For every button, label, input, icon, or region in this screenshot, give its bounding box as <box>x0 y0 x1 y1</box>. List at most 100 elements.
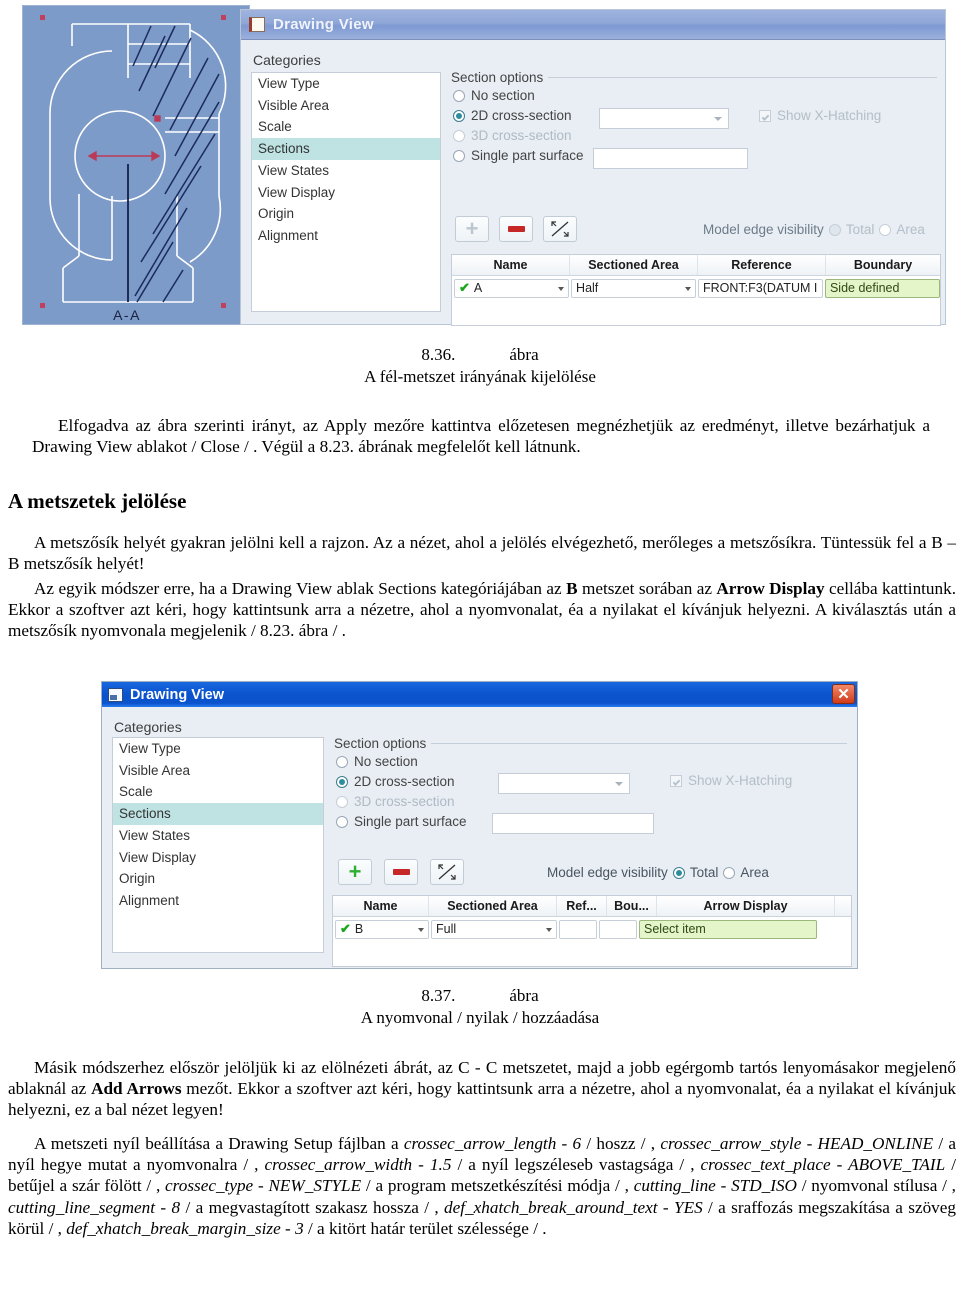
p4-val-cutting-line-segment: 8 <box>171 1197 181 1217</box>
p4-t1b: / hoszz / , <box>581 1134 661 1153</box>
paragraph-2b: Az egyik módszer erre, ha a Drawing View… <box>8 578 956 642</box>
radio-icon <box>453 149 465 162</box>
remove-section-button[interactable] <box>384 859 418 885</box>
radio-total-icon[interactable] <box>672 866 685 879</box>
sidebar-item-view-display[interactable]: View Display <box>113 847 323 869</box>
p4-param-crossec-arrow-length: crossec_arrow_length <box>403 1134 557 1153</box>
p4-val-def-xhatch-break-around-text: YES <box>674 1197 703 1217</box>
dialog-titlebar[interactable]: Drawing View ✕ <box>102 682 857 707</box>
radio-no-section[interactable]: No section <box>453 88 535 103</box>
show-xhatching-checkbox: Show X-Hatching <box>759 108 881 123</box>
flip-section-button[interactable] <box>543 216 577 242</box>
sidebar-item-scale[interactable]: Scale <box>252 116 440 138</box>
sidebar-item-scale[interactable]: Scale <box>113 781 323 803</box>
single-part-surface-input[interactable] <box>593 148 748 169</box>
p4-t1: - <box>556 1134 573 1153</box>
cell-name[interactable]: ✔ A <box>454 278 570 298</box>
sidebar-item-alignment[interactable]: Alignment <box>252 225 440 247</box>
svg-text:A-A: A-A <box>113 307 141 323</box>
radio-icon <box>336 795 348 808</box>
section-drawing: A-A <box>40 15 227 323</box>
column-header-reference: Ref... <box>557 896 607 916</box>
sidebar-item-view-type[interactable]: View Type <box>252 73 440 95</box>
p4-param-cutting-line: cutting_line <box>633 1176 716 1196</box>
sidebar-item-origin[interactable]: Origin <box>113 868 323 890</box>
radio-icon <box>453 89 465 102</box>
sidebar-item-view-states[interactable]: View States <box>252 160 440 182</box>
dialog-title: Drawing View <box>273 16 374 33</box>
plus-icon: + <box>465 216 479 241</box>
cell-sectioned-area[interactable]: Half <box>571 278 696 298</box>
radio-label: Single part surface <box>354 814 467 829</box>
cell-name-value: B <box>354 922 364 936</box>
flip-section-button[interactable] <box>430 859 464 885</box>
sidebar-item-view-display[interactable]: View Display <box>252 182 440 204</box>
cross-section-name-combo[interactable] <box>498 773 630 794</box>
p4-t9: - <box>280 1218 296 1238</box>
radio-total-label: Total <box>845 222 875 237</box>
radio-icon <box>453 129 465 142</box>
radio-area-label: Area <box>896 222 925 237</box>
radio-label: Single part surface <box>471 148 584 163</box>
radio-single-part-surface[interactable]: Single part surface <box>453 148 584 163</box>
sidebar-item-visible-area[interactable]: Visible Area <box>113 760 323 782</box>
flip-arrows-icon <box>551 221 569 237</box>
cell-reference[interactable] <box>559 919 597 939</box>
p4-param-crossec-arrow-width: crossec_arrow_width <box>264 1155 413 1175</box>
single-part-surface-input[interactable] <box>492 813 654 834</box>
categories-list[interactable]: View Type Visible Area Scale Sections Vi… <box>251 72 441 312</box>
cell-arrow-display[interactable]: Select item <box>639 919 817 939</box>
sections-table[interactable]: Name Sectioned Area Ref... Bou... Arrow … <box>332 895 852 967</box>
remove-section-button[interactable] <box>499 216 533 242</box>
p4-t0: A metszeti nyíl beállítása a Drawing Set… <box>34 1134 404 1153</box>
p4-param-def-xhatch-break-around-text: def_xhatch_break_around_text <box>444 1197 658 1217</box>
drawing-view-dialog-1[interactable]: Drawing View Categories View Type Visibl… <box>240 9 946 326</box>
caption-line-1: 8.37. ábra <box>0 985 960 1007</box>
radio-2d-cross-section[interactable]: 2D cross-section <box>453 108 572 123</box>
table-row[interactable]: ✔ A Half FRONT:F3(DATUM I Side defined <box>452 276 940 298</box>
sidebar-item-view-type[interactable]: View Type <box>113 738 323 760</box>
radio-area-icon[interactable] <box>723 866 736 879</box>
cell-reference[interactable]: FRONT:F3(DATUM I <box>698 278 823 298</box>
sidebar-item-view-states[interactable]: View States <box>113 825 323 847</box>
checkbox-icon <box>670 774 682 787</box>
sidebar-item-sections[interactable]: Sections <box>113 803 323 825</box>
cell-name[interactable]: ✔ B <box>335 919 429 939</box>
radio-label: 3D cross-section <box>354 794 455 809</box>
p2b-bold2: Arrow Display <box>716 579 825 598</box>
column-header-name: Name <box>333 896 429 916</box>
paragraph-4: A metszeti nyíl beállítása a Drawing Set… <box>8 1133 956 1239</box>
categories-list[interactable]: View Type Visible Area Scale Sections Vi… <box>112 737 324 953</box>
radio-no-section[interactable]: No section <box>336 754 418 769</box>
dialog-body: Categories View Type Visible Area Scale … <box>102 707 857 969</box>
p3-bold1: Add Arrows <box>91 1079 182 1099</box>
radio-label: 2D cross-section <box>471 108 572 123</box>
section-options-label: Section options <box>451 70 549 85</box>
p4-t7: - <box>155 1197 172 1217</box>
model-edge-visibility-group: Model edge visibility Total Area <box>703 222 925 237</box>
close-icon[interactable]: ✕ <box>832 684 855 704</box>
model-edge-visibility-group[interactable]: Model edge visibility Total Area <box>547 865 769 880</box>
radio-icon <box>336 815 348 828</box>
caption-word: ábra <box>509 345 539 364</box>
p4-t3: - <box>412 1155 430 1175</box>
table-row[interactable]: ✔ B Full Select item <box>333 917 851 939</box>
p2b-part1: Az egyik módszer erre, ha a Drawing View… <box>34 579 567 598</box>
sidebar-item-visible-area[interactable]: Visible Area <box>252 95 440 117</box>
sections-table[interactable]: Name Sectioned Area Reference Boundary ✔… <box>451 254 941 326</box>
drawing-view-canvas[interactable]: A-A <box>22 5 250 325</box>
table-header: Name Sectioned Area Reference Boundary <box>452 255 940 276</box>
cell-sectioned-area[interactable]: Full <box>431 919 557 939</box>
cell-boundary[interactable] <box>599 919 637 939</box>
cell-boundary[interactable]: Side defined <box>824 278 940 298</box>
cross-section-name-combo[interactable] <box>599 108 729 129</box>
dialog-titlebar[interactable]: Drawing View <box>241 10 945 40</box>
radio-single-part-surface[interactable]: Single part surface <box>336 814 467 829</box>
sidebar-item-alignment[interactable]: Alignment <box>113 890 323 912</box>
sidebar-item-origin[interactable]: Origin <box>252 203 440 225</box>
p4-t8: - <box>657 1197 675 1217</box>
drawing-view-dialog-2[interactable]: Drawing View ✕ Categories View Type Visi… <box>101 681 858 969</box>
radio-2d-cross-section[interactable]: 2D cross-section <box>336 774 455 789</box>
add-section-button[interactable]: + <box>338 859 372 885</box>
sidebar-item-sections[interactable]: Sections <box>252 138 440 160</box>
